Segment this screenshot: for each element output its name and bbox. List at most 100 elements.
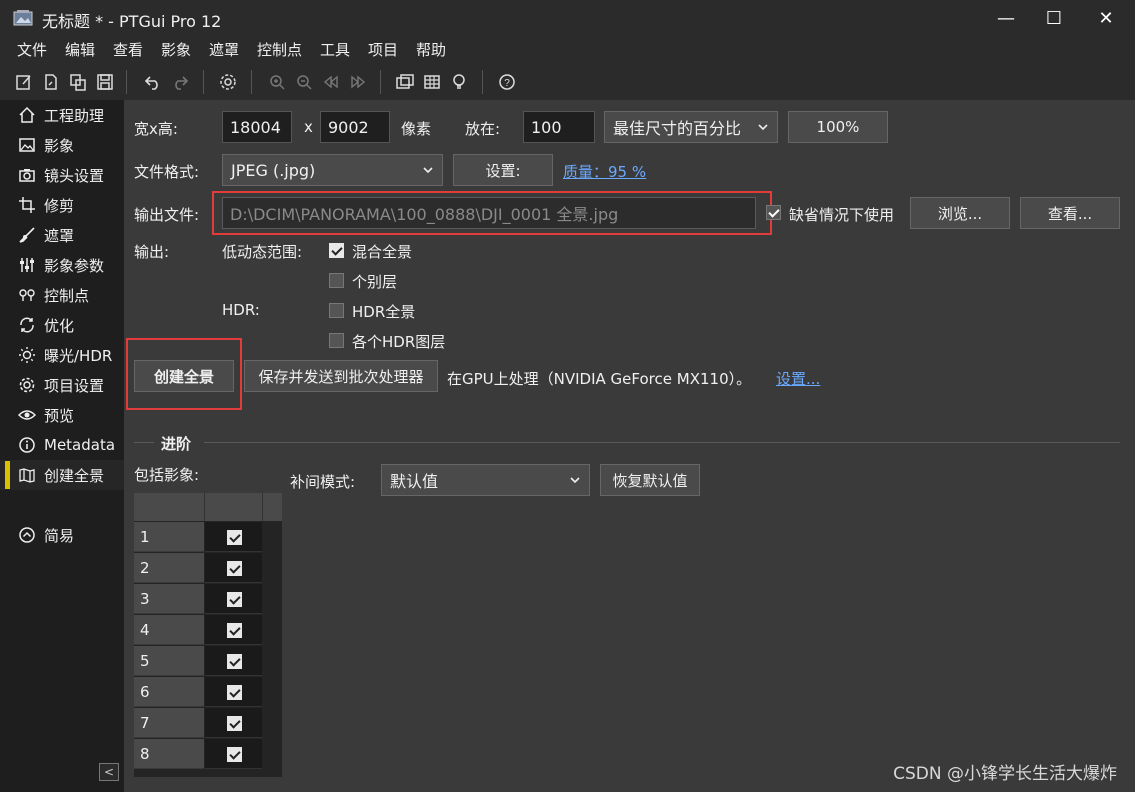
minimize-button[interactable]: — [983, 0, 1029, 36]
highlight-box-create-button [126, 338, 242, 410]
percent-100-button[interactable]: 100% [788, 111, 888, 143]
undo-icon[interactable] [143, 72, 163, 92]
hdr-panorama-checkbox[interactable] [329, 303, 344, 318]
image-include-checkbox[interactable] [227, 685, 242, 700]
menu-help[interactable]: 帮助 [416, 39, 446, 60]
open-project-icon[interactable] [41, 72, 61, 92]
panorama-editor-icon[interactable] [395, 72, 415, 92]
sidebar-item-crop[interactable]: 修剪 [0, 190, 124, 220]
table-row: 2 [134, 553, 282, 584]
use-default-label: 缺省情况下使用 [789, 206, 895, 224]
collapse-sidebar-button[interactable]: < [99, 763, 119, 781]
window-title: 无标题 * - PTGui Pro 12 [42, 12, 222, 31]
new-project-icon[interactable] [14, 72, 34, 92]
image-number: 7 [134, 708, 204, 738]
settings-gear-icon[interactable] [218, 72, 238, 92]
previous-icon[interactable] [321, 72, 341, 92]
sidebar-item-label: 工程助理 [44, 106, 105, 125]
image-include-checkbox[interactable] [227, 747, 242, 762]
interpolation-label: 补间模式: [290, 473, 356, 491]
image-include-checkbox[interactable] [227, 654, 242, 669]
hdr-label: HDR: [222, 301, 260, 319]
sidebar-item-metadata[interactable]: Metadata [0, 430, 124, 460]
gpu-status-text: 在GPU上处理（NVIDIA GeForce MX110）。 [447, 370, 752, 388]
maximize-button[interactable]: ☐ [1031, 0, 1077, 36]
menu-file[interactable]: 文件 [17, 39, 47, 60]
sidebar-item-image-parameters[interactable]: 影象参数 [0, 250, 124, 280]
sidebar-item-label: 简易 [44, 526, 75, 545]
sidebar-item-label: 遮罩 [44, 226, 75, 245]
sidebar-item-lens-settings[interactable]: 镜头设置 [0, 160, 124, 190]
sidebar-item-label: 预览 [44, 406, 75, 425]
table-grid-icon[interactable] [422, 72, 442, 92]
individual-layers-checkbox[interactable] [329, 273, 344, 288]
scale-mode-select[interactable]: 最佳尺寸的百分比 [604, 111, 778, 143]
table-row: 8 [134, 739, 282, 770]
sidebar-item-create-panorama[interactable]: 创建全景 [0, 460, 124, 490]
sidebar-item-exposure-hdr[interactable]: 曝光/HDR [0, 340, 124, 370]
sidebar-item-images[interactable]: 影象 [0, 130, 124, 160]
send-to-batch-button[interactable]: 保存并发送到批次处理器 [244, 360, 438, 392]
bulb-tip-icon[interactable] [449, 72, 469, 92]
save-icon[interactable] [95, 72, 115, 92]
menu-mask[interactable]: 遮罩 [209, 39, 239, 60]
close-button[interactable]: ✕ [1083, 0, 1129, 36]
highlight-box-output-file [212, 191, 772, 235]
sidebar-item-label: 影象 [44, 136, 75, 155]
reset-defaults-button[interactable]: 恢复默认值 [600, 464, 700, 496]
sidebar-item-optimizer[interactable]: 优化 [0, 310, 124, 340]
menu-control-points[interactable]: 控制点 [257, 39, 302, 60]
info-icon [17, 435, 37, 455]
image-include-checkbox[interactable] [227, 623, 242, 638]
sidebar-item-project-assistant[interactable]: 工程助理 [0, 100, 124, 130]
sidebar-item-label: 曝光/HDR [44, 346, 113, 365]
image-include-checkbox[interactable] [227, 592, 242, 607]
sidebar-item-preview[interactable]: 预览 [0, 400, 124, 430]
image-include-checkbox[interactable] [227, 530, 242, 545]
individual-layers-label: 个别层 [352, 273, 398, 291]
interpolation-select[interactable]: 默认值 [381, 464, 590, 496]
help-icon[interactable]: ? [497, 72, 517, 92]
image-number: 4 [134, 615, 204, 645]
table-header-separator [262, 493, 263, 521]
sidebar-item-simple[interactable]: 简易 [0, 520, 124, 550]
sidebar-item-mask[interactable]: 遮罩 [0, 220, 124, 250]
file-format-select[interactable]: JPEG (.jpg) [222, 154, 443, 186]
blended-panorama-checkbox[interactable] [329, 243, 344, 258]
image-include-checkbox[interactable] [227, 561, 242, 576]
zoom-out-icon[interactable] [294, 72, 314, 92]
image-include-cell [205, 739, 262, 769]
table-row: 4 [134, 615, 282, 646]
menu-project[interactable]: 项目 [368, 39, 398, 60]
menu-images[interactable]: 影象 [161, 39, 191, 60]
menu-view[interactable]: 查看 [113, 39, 143, 60]
redo-icon[interactable] [170, 72, 190, 92]
next-icon[interactable] [348, 72, 368, 92]
gpu-settings-link[interactable]: 设置... [776, 368, 820, 389]
toolbar-separator [126, 70, 127, 94]
camera-icon [17, 165, 37, 185]
image-number: 6 [134, 677, 204, 707]
sidebar-item-project-settings[interactable]: 项目设置 [0, 370, 124, 400]
chevron-down-icon [570, 477, 580, 484]
view-button[interactable]: 查看... [1020, 197, 1120, 229]
height-input[interactable]: 9002 [320, 111, 390, 143]
image-number: 5 [134, 646, 204, 676]
hdr-layers-checkbox[interactable] [329, 333, 344, 348]
image-icon [17, 135, 37, 155]
scale-input[interactable]: 100 [523, 111, 595, 143]
menu-edit[interactable]: 编辑 [65, 39, 95, 60]
width-input[interactable]: 18004 [222, 111, 292, 143]
sidebar-item-control-points[interactable]: 控制点 [0, 280, 124, 310]
quality-link[interactable]: 质量：95 % [563, 161, 646, 182]
sidebar-item-label: 控制点 [44, 286, 90, 305]
table-header [134, 493, 282, 521]
copy-project-icon[interactable] [68, 72, 88, 92]
use-default-checkbox[interactable] [766, 205, 781, 220]
image-include-checkbox[interactable] [227, 716, 242, 731]
optimize-icon [17, 315, 37, 335]
menu-tools[interactable]: 工具 [320, 39, 350, 60]
format-settings-button[interactable]: 设置: [453, 154, 553, 186]
zoom-in-icon[interactable] [267, 72, 287, 92]
browse-button[interactable]: 浏览... [910, 197, 1010, 229]
